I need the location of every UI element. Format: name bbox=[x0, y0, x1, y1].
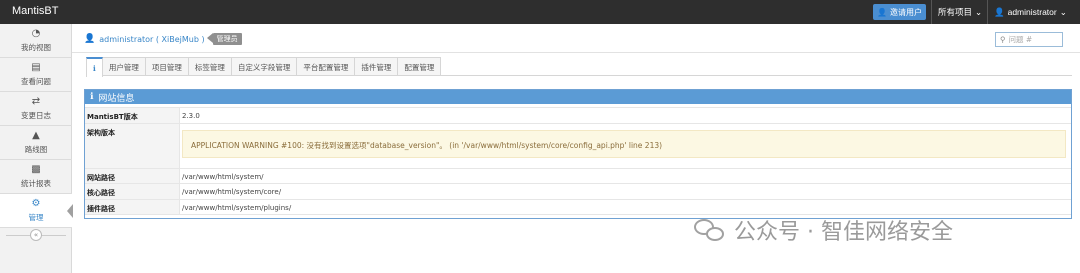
panel-title: 网站信息 bbox=[98, 93, 135, 104]
sidebar-item-label: 管理 bbox=[28, 212, 44, 222]
sidebar: ◔ 我的视图 ▤ 查看问题 ⇄ 变更日志 ▲ 路线图 ▩ 统计报表 ⚙ 管理 « bbox=[0, 24, 73, 273]
tab-label: 用户管理 bbox=[108, 62, 139, 72]
sidebar-item-summary[interactable]: ▩ 统计报表 bbox=[0, 160, 72, 194]
user-plus-icon: 👤 bbox=[877, 7, 887, 17]
user-icon: 👤 bbox=[84, 34, 96, 44]
tab-label: 自定义字段管理 bbox=[237, 62, 291, 72]
sidebar-collapse-toggle[interactable]: « bbox=[0, 228, 72, 242]
tab-manage-config[interactable]: 配置管理 bbox=[397, 57, 442, 76]
watermark-text: 公众号 · 智佳网络安全 bbox=[734, 220, 953, 245]
invite-user-label: 邀请用户 bbox=[889, 7, 922, 17]
row-key: 核心路径 bbox=[85, 184, 180, 199]
row-value: 2.3.0 bbox=[182, 112, 200, 120]
top-navbar: MantisBT 👤 邀请用户 所有项目 ⌄ 👤 administrator ⌄ bbox=[0, 0, 1080, 24]
tab-manage-users[interactable]: 用户管理 bbox=[101, 57, 146, 76]
double-chevron-left-icon: « bbox=[30, 229, 42, 241]
sidebar-item-view-issues[interactable]: ▤ 查看问题 bbox=[0, 58, 72, 92]
retweet-icon: ⇄ bbox=[31, 95, 41, 107]
tab-label: 插件管理 bbox=[361, 62, 392, 72]
row-key: 架构版本 bbox=[85, 124, 180, 169]
manage-tabs: ℹ 用户管理 项目管理 标签管理 自定义字段管理 平台配置管理 插件管理 配置管… bbox=[86, 57, 442, 77]
sidebar-item-label: 我的视图 bbox=[21, 42, 51, 52]
tab-label: 配置管理 bbox=[404, 62, 435, 72]
role-badge: 管理员 bbox=[206, 33, 242, 45]
chevron-down-icon: ⌄ bbox=[975, 6, 983, 17]
bar-chart-icon: ▩ bbox=[31, 163, 41, 175]
breadcrumb: 👤 administrator ( XiBejMub ) 管理员 bbox=[84, 31, 242, 47]
table-row: MantisBT版本 2.3.0 bbox=[85, 107, 1071, 123]
panel-header: ℹ 网站信息 bbox=[85, 90, 1071, 104]
app-brand[interactable]: MantisBT bbox=[12, 5, 58, 17]
row-value: APPLICATION WARNING #100: 没有找到设置选项"datab… bbox=[180, 124, 1071, 169]
project-selector-label: 所有项目 bbox=[938, 7, 973, 17]
search-icon: ⚲ bbox=[1000, 35, 1006, 44]
user-menu-label: administrator bbox=[1007, 7, 1057, 17]
table-row: 核心路径 /var/www/html/system/core/ bbox=[85, 183, 1071, 199]
tabs-divider bbox=[86, 75, 1072, 76]
row-key: 插件路径 bbox=[85, 200, 180, 214]
issue-search-input[interactable]: ⚲ 问题 # bbox=[995, 32, 1063, 47]
dashboard-icon: ◔ bbox=[31, 27, 41, 39]
breadcrumb-user-link[interactable]: administrator ( XiBejMub ) bbox=[99, 35, 204, 44]
sidebar-item-roadmap[interactable]: ▲ 路线图 bbox=[0, 126, 72, 160]
info-icon: ℹ bbox=[90, 92, 94, 102]
tab-manage-custom-fields[interactable]: 自定义字段管理 bbox=[230, 57, 298, 76]
breadcrumb-divider bbox=[72, 52, 1080, 53]
tab-label: 平台配置管理 bbox=[303, 62, 349, 72]
site-info-panel: ℹ 网站信息 MantisBT版本 2.3.0 架构版本 APPLICATION… bbox=[84, 89, 1072, 219]
user-menu[interactable]: 👤 administrator ⌄ bbox=[994, 0, 1067, 24]
row-value: /var/www/html/system/core/ bbox=[182, 188, 282, 196]
sidebar-item-label: 统计报表 bbox=[21, 178, 51, 188]
invite-user-button[interactable]: 👤 邀请用户 bbox=[873, 4, 926, 20]
row-key: 网站路径 bbox=[85, 169, 180, 183]
sidebar-item-label: 路线图 bbox=[24, 144, 48, 154]
navbar-divider bbox=[931, 0, 932, 24]
wechat-icon bbox=[694, 217, 728, 243]
sidebar-item-label: 变更日志 bbox=[21, 110, 51, 120]
sidebar-item-manage[interactable]: ⚙ 管理 bbox=[0, 194, 73, 228]
sidebar-item-changelog[interactable]: ⇄ 变更日志 bbox=[0, 92, 72, 126]
road-icon: ▲ bbox=[32, 129, 40, 141]
sidebar-item-label: 查看问题 bbox=[21, 76, 51, 86]
project-selector[interactable]: 所有项目 ⌄ bbox=[938, 0, 982, 24]
info-icon: ℹ bbox=[93, 63, 96, 73]
user-icon: 👤 bbox=[994, 6, 1005, 17]
tab-label: 项目管理 bbox=[151, 62, 182, 72]
table-row: 架构版本 APPLICATION WARNING #100: 没有找到设置选项"… bbox=[85, 123, 1071, 169]
row-value: /var/www/html/system/plugins/ bbox=[182, 204, 292, 212]
navbar-divider bbox=[987, 0, 988, 24]
tab-manage-plugins[interactable]: 插件管理 bbox=[354, 57, 399, 76]
warning-alert: APPLICATION WARNING #100: 没有找到设置选项"datab… bbox=[182, 130, 1066, 158]
tab-manage-global-profiles[interactable]: 平台配置管理 bbox=[296, 57, 356, 76]
gears-icon: ⚙ bbox=[31, 197, 41, 209]
chevron-down-icon: ⌄ bbox=[1059, 6, 1067, 17]
tab-manage-projects[interactable]: 项目管理 bbox=[144, 57, 189, 76]
sidebar-item-my-view[interactable]: ◔ 我的视图 bbox=[0, 24, 72, 58]
search-placeholder: 问题 # bbox=[1008, 35, 1033, 44]
watermark: 公众号 · 智佳网络安全 bbox=[694, 214, 953, 246]
row-key: MantisBT版本 bbox=[85, 108, 180, 123]
tab-label: 标签管理 bbox=[194, 62, 225, 72]
row-value: /var/www/html/system/ bbox=[182, 173, 264, 181]
tab-manage-tags[interactable]: 标签管理 bbox=[187, 57, 232, 76]
list-icon: ▤ bbox=[31, 61, 41, 73]
table-row: 插件路径 /var/www/html/system/plugins/ bbox=[85, 199, 1071, 215]
tab-info[interactable]: ℹ bbox=[86, 57, 103, 77]
table-row: 网站路径 /var/www/html/system/ bbox=[85, 168, 1071, 183]
